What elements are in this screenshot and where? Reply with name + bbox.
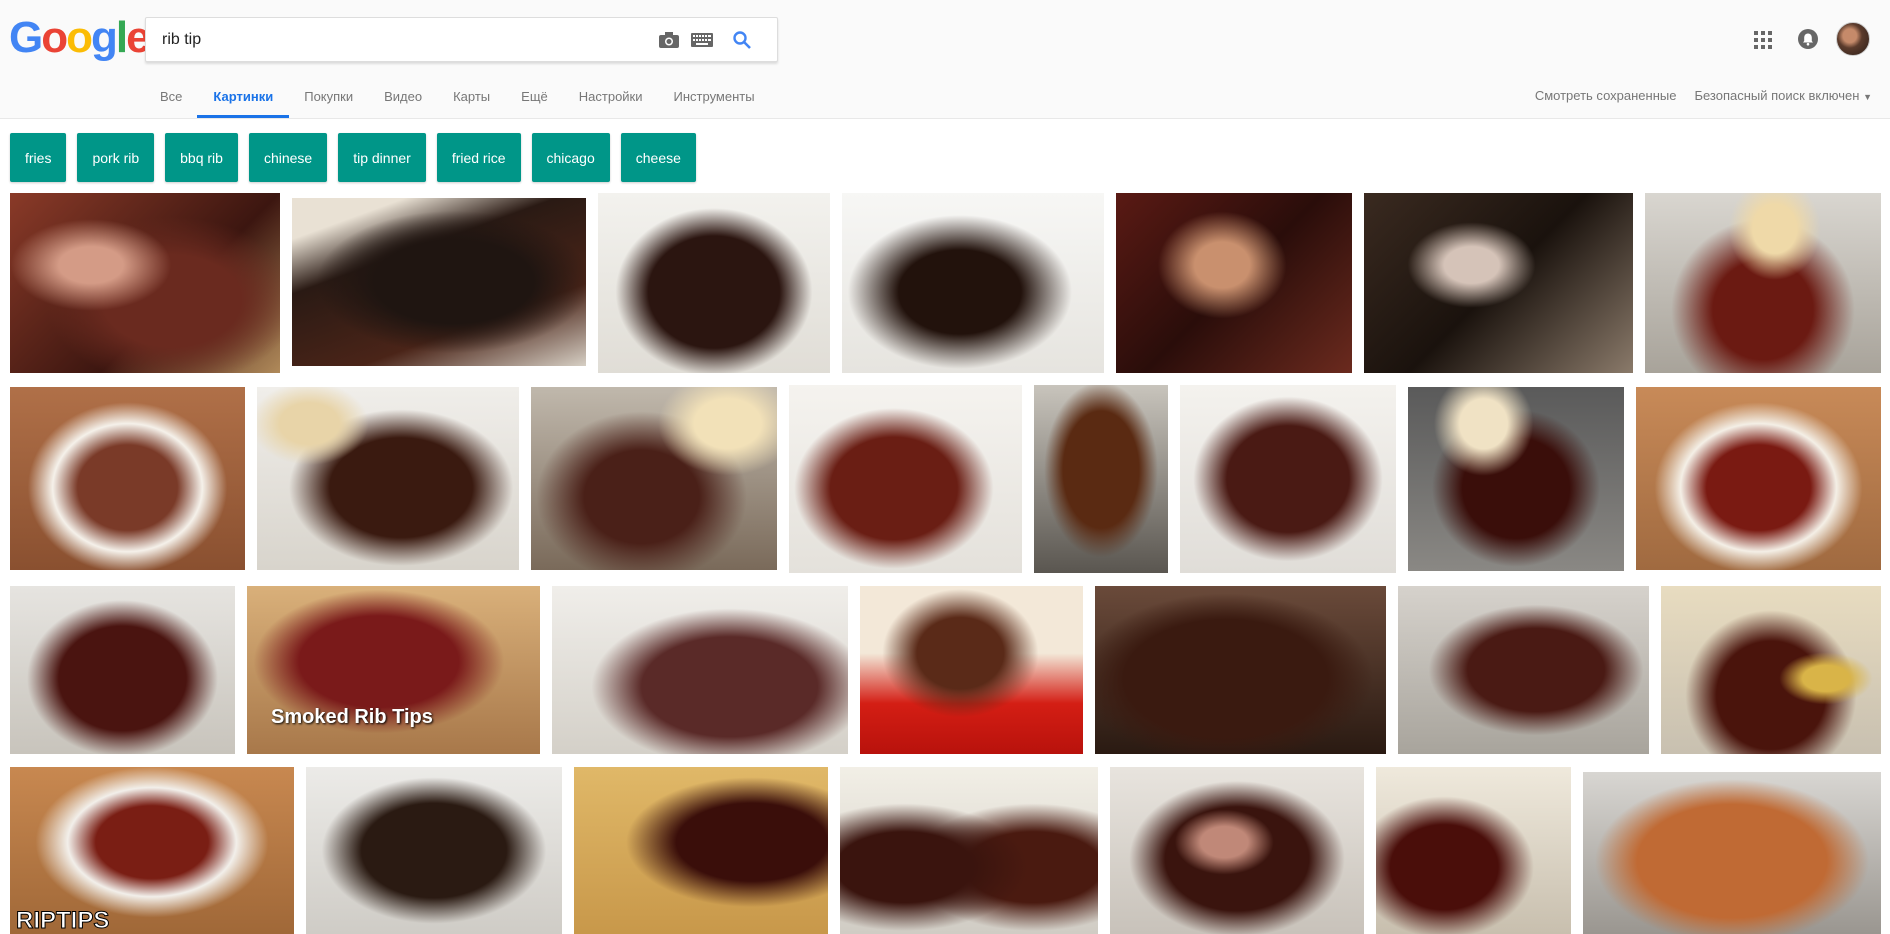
image-result[interactable] [10,586,235,754]
image-result[interactable] [1408,387,1624,571]
search-input[interactable]: rib tip [162,31,201,49]
tab-images[interactable]: Картинки [197,86,289,118]
image-caption: RIPTIPS [15,907,110,934]
image-result[interactable] [292,198,586,366]
image-result[interactable] [1110,767,1364,934]
logo-letter: l [115,13,128,62]
tab-all[interactable]: Все [160,86,182,118]
search-icon[interactable] [730,28,754,52]
image-result[interactable] [10,387,245,570]
tab-videos[interactable]: Видео [384,86,422,118]
image-result[interactable] [1376,767,1571,934]
image-result[interactable] [789,385,1022,573]
image-result[interactable] [1636,387,1881,570]
image-result[interactable] [306,767,562,934]
chip-chicago[interactable]: chicago [531,133,610,182]
notifications-bell-icon[interactable] [1798,29,1818,49]
image-result[interactable] [598,193,830,373]
view-saved-link[interactable]: Смотреть сохраненные [1535,88,1677,103]
safesearch-toggle[interactable]: Безопасный поиск включен ▼ [1694,88,1872,103]
image-result[interactable] [1398,586,1649,754]
image-result[interactable] [1034,385,1168,573]
image-result[interactable] [1364,193,1633,373]
keyboard-icon[interactable] [690,28,714,52]
image-caption: Smoked Rib Tips [271,706,433,728]
chip-bbq-rib[interactable]: bbq rib [165,133,238,182]
apps-grid-icon[interactable] [1754,31,1772,49]
image-result[interactable] [552,586,848,754]
image-result[interactable] [1645,193,1881,373]
chip-pork-rib[interactable]: pork rib [77,133,155,182]
search-box[interactable]: rib tip [145,17,778,62]
tab-maps[interactable]: Карты [453,86,490,118]
logo-letter: g [91,13,118,62]
search-tabs: Все Картинки Покупки Видео Карты Ещё Нас… [160,86,786,118]
image-result[interactable] [531,387,777,570]
safesearch-label: Безопасный поиск включен [1694,88,1860,103]
image-result[interactable]: RIPTIPS [10,767,294,934]
chip-chinese[interactable]: chinese [248,133,328,182]
google-logo[interactable]: Google [9,13,151,62]
logo-letter: G [9,13,43,62]
tab-shopping[interactable]: Покупки [304,86,353,118]
chip-cheese[interactable]: cheese [620,133,696,182]
logo-letter: o [66,13,93,62]
avatar[interactable] [1836,22,1870,56]
image-result[interactable]: Smoked Rib Tips [247,586,540,754]
related-chips: fries pork rib bbq rib chinese tip dinne… [10,133,696,182]
logo-letter: o [41,13,68,62]
image-result[interactable] [10,193,280,373]
tab-settings[interactable]: Настройки [579,86,643,118]
image-result[interactable] [1583,772,1881,934]
header: Google rib tip Все Картинки Покупки Виде… [0,0,1890,119]
image-result[interactable] [1180,385,1396,573]
image-result[interactable] [840,767,1098,934]
image-result[interactable] [1661,586,1881,754]
image-result[interactable] [1116,193,1352,373]
tab-tools[interactable]: Инструменты [674,86,755,118]
image-result[interactable] [860,586,1083,754]
image-result[interactable] [574,767,828,934]
header-right-links: Смотреть сохраненные Безопасный поиск вк… [1535,88,1872,103]
chip-fries[interactable]: fries [10,133,67,182]
caret-down-icon: ▼ [1863,92,1872,102]
image-result[interactable] [1095,586,1386,754]
chip-tip-dinner[interactable]: tip dinner [338,133,426,182]
tab-more[interactable]: Ещё [521,86,548,118]
image-result[interactable] [842,193,1104,373]
camera-icon[interactable] [657,28,681,52]
image-result[interactable] [257,387,519,570]
chip-fried-rice[interactable]: fried rice [436,133,521,182]
